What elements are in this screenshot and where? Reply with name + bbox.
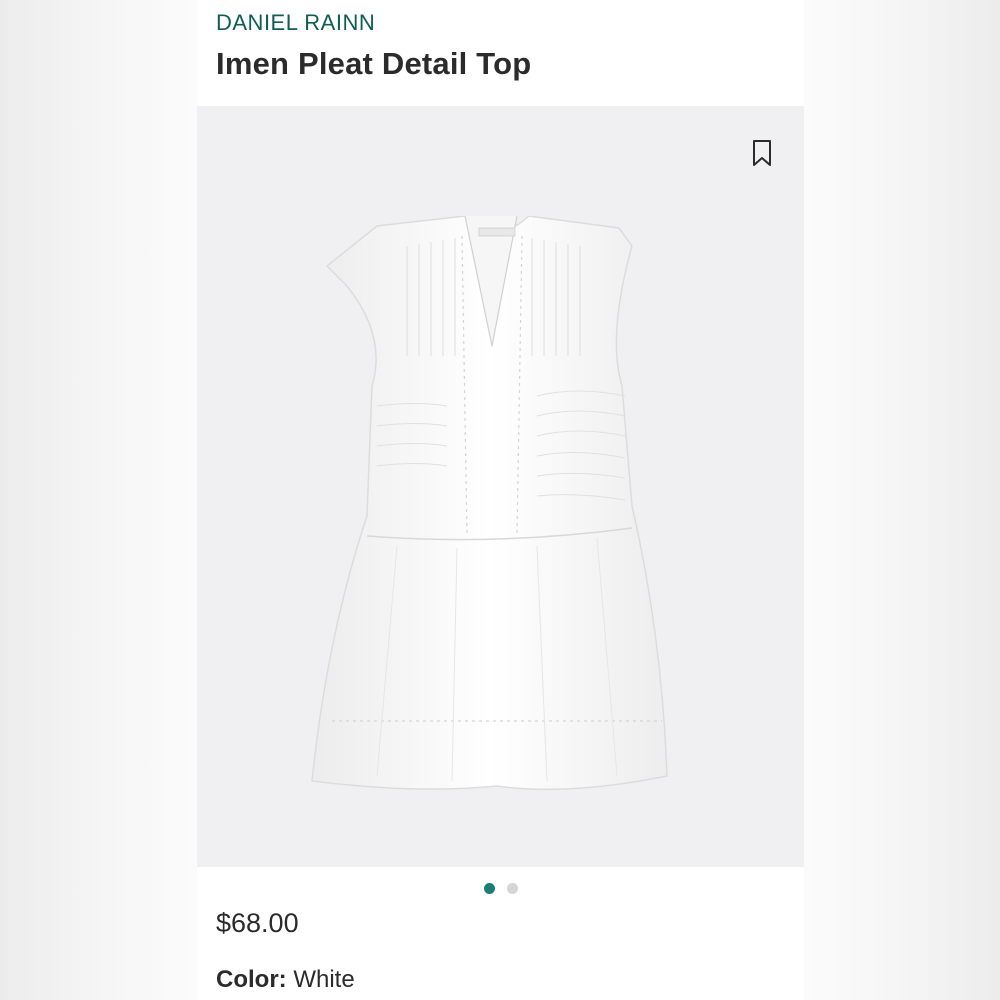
color-value: White [293,966,355,993]
bookmark-button[interactable] [747,136,777,170]
page-background-left [0,0,197,1000]
product-color: Color: White [216,966,355,994]
product-brand[interactable]: DANIEL RAINN [216,10,375,36]
product-card: DANIEL RAINN Imen Pleat Detail Top $68.0… [197,0,804,1000]
gallery-dot[interactable] [506,882,518,894]
bookmark-icon [753,140,771,166]
gallery-dot-active[interactable] [483,882,495,894]
gallery-pagination [197,878,804,898]
product-title: Imen Pleat Detail Top [216,46,532,81]
product-image-top [311,216,668,791]
product-price: $68.00 [216,908,299,938]
page-background-right [804,0,1000,1000]
product-image-gallery[interactable] [197,106,804,867]
color-label: Color: [216,966,287,993]
